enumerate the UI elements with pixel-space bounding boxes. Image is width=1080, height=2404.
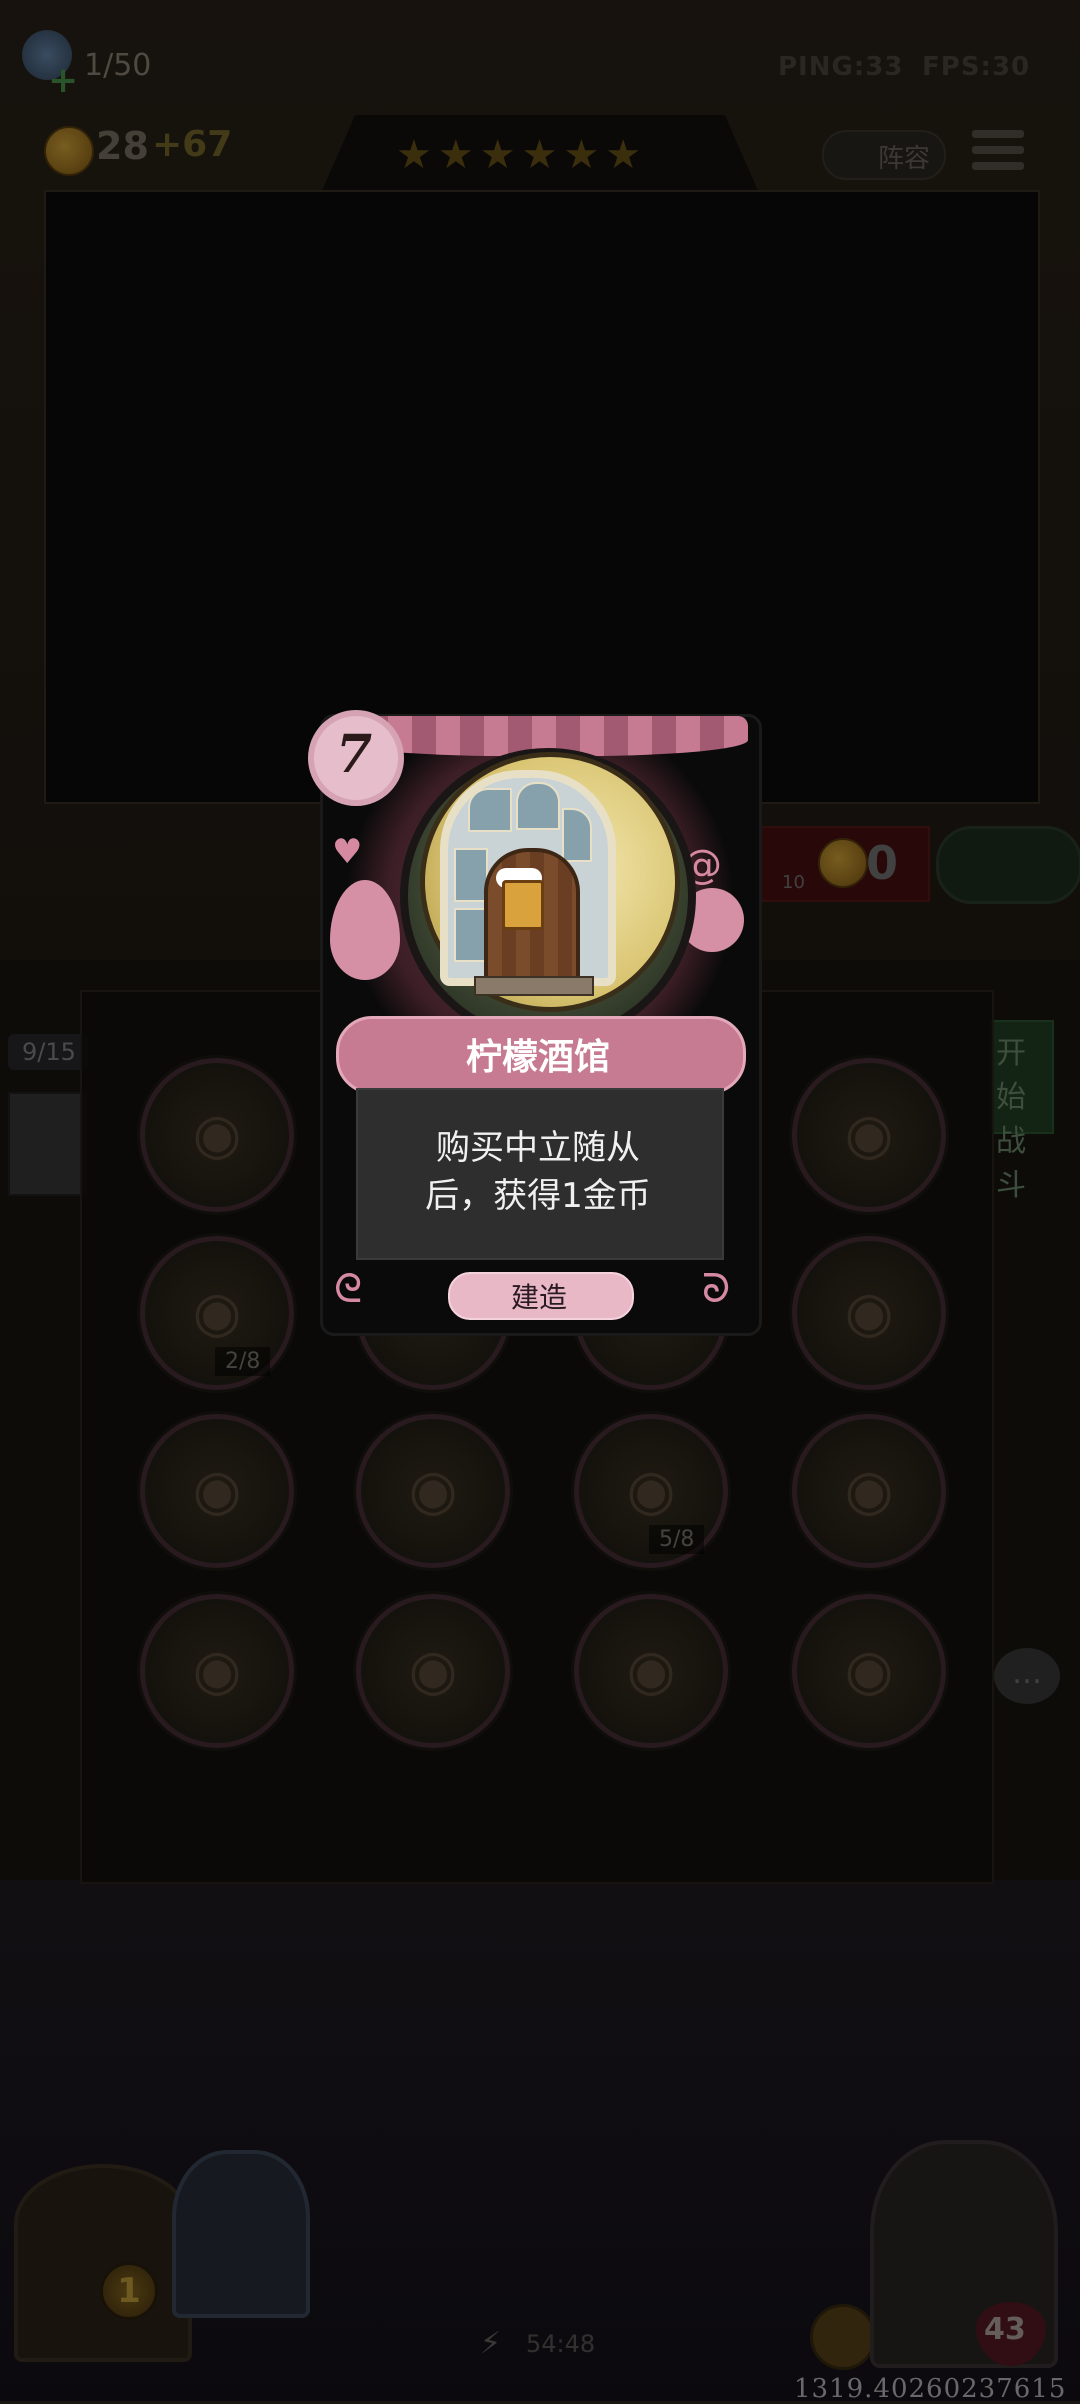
card-cost: 7 [336, 724, 373, 785]
beer-mug-icon [502, 880, 544, 930]
card-description-line-1: 购买中立随从 [436, 1128, 640, 1168]
right-swirl-icon: ᘐ [702, 1266, 731, 1312]
card-description-line-2: 后，获得1金币 [425, 1176, 651, 1216]
left-swirl-icon: ᘓ [334, 1266, 363, 1312]
build-button-label: 建造 [510, 1281, 567, 1314]
card-name: 柠檬酒馆 [465, 1037, 610, 1078]
heart-icon: ♥ [332, 832, 363, 872]
door-step [474, 976, 594, 996]
card-description: 购买中立随从 后，获得1金币 [366, 1124, 710, 1220]
